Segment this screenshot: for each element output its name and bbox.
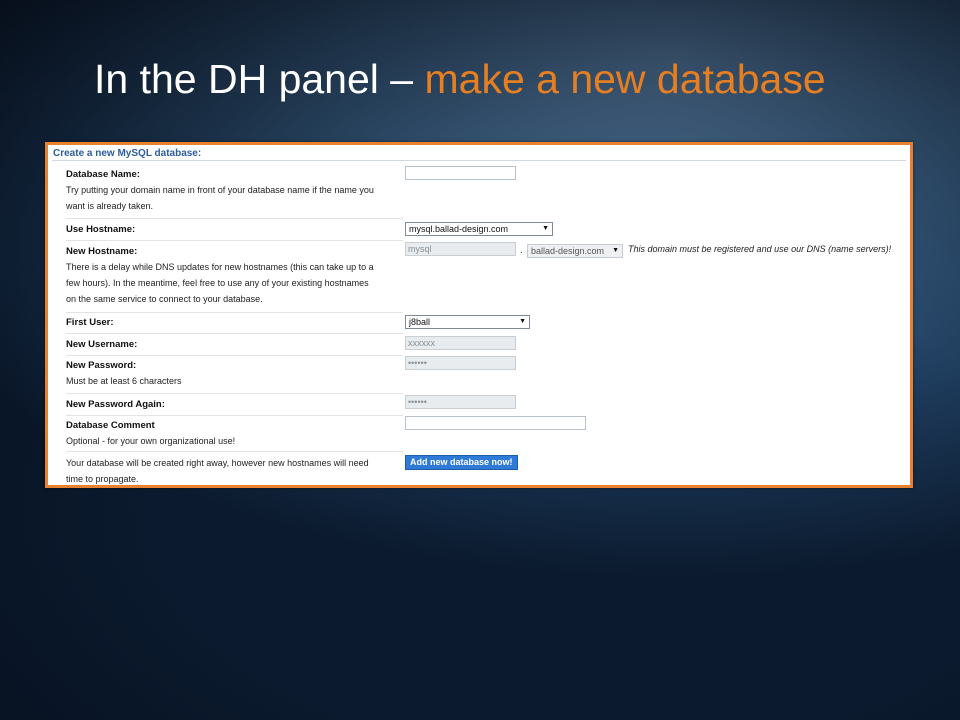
row-divider [66, 312, 403, 313]
hostname-separator: . [520, 245, 523, 256]
row-divider [66, 240, 403, 241]
new-hostname-help-3: on the same service to connect to your d… [66, 294, 263, 304]
new-hostname-help-2: few hours). In the meantime, feel free t… [66, 278, 369, 288]
new-hostname-domain-select[interactable]: ballad-design.com ▼ [527, 244, 623, 258]
new-hostname-prefix-input[interactable]: mysql [405, 242, 516, 256]
row-divider [66, 393, 403, 394]
new-password-again-input[interactable]: •••••• [405, 395, 516, 409]
first-user-selected: j8ball [409, 317, 431, 327]
row-divider [66, 451, 403, 452]
database-name-help-2: want is already taken. [66, 201, 154, 211]
slide-title-accent: make a new database [424, 56, 826, 102]
chevron-down-icon: ▼ [612, 247, 619, 254]
database-name-input[interactable] [405, 166, 516, 180]
database-comment-input[interactable] [405, 416, 586, 430]
new-hostname-help-1: There is a delay while DNS updates for n… [66, 262, 374, 272]
database-name-help-1: Try putting your domain name in front of… [66, 185, 374, 195]
first-user-select[interactable]: j8ball ▼ [405, 315, 530, 329]
footer-text-2: time to propagate. [66, 474, 139, 484]
panel-divider [52, 160, 906, 161]
chevron-down-icon: ▼ [542, 225, 549, 232]
create-database-panel: Create a new MySQL database: Database Na… [45, 142, 913, 488]
new-password-help: Must be at least 6 characters [66, 376, 182, 386]
new-hostname-domain-selected: ballad-design.com [531, 246, 605, 256]
slide-title-main: In the DH panel – [94, 56, 425, 102]
database-comment-help: Optional - for your own organizational u… [66, 436, 236, 446]
add-database-button[interactable]: Add new database now! [405, 455, 518, 470]
row-divider [66, 333, 403, 334]
row-divider [66, 355, 403, 356]
new-username-input[interactable]: xxxxxx [405, 336, 516, 350]
row-divider [66, 415, 403, 416]
use-hostname-select[interactable]: mysql.ballad-design.com ▼ [405, 222, 553, 236]
chevron-down-icon: ▼ [519, 318, 526, 325]
new-password-input[interactable]: •••••• [405, 356, 516, 370]
row-divider [66, 218, 403, 219]
dns-note: This domain must be registered and use o… [628, 244, 892, 254]
use-hostname-selected: mysql.ballad-design.com [409, 224, 509, 234]
panel-header: Create a new MySQL database: [53, 148, 202, 159]
slide-title: In the DH panel – make a new database [94, 56, 826, 103]
